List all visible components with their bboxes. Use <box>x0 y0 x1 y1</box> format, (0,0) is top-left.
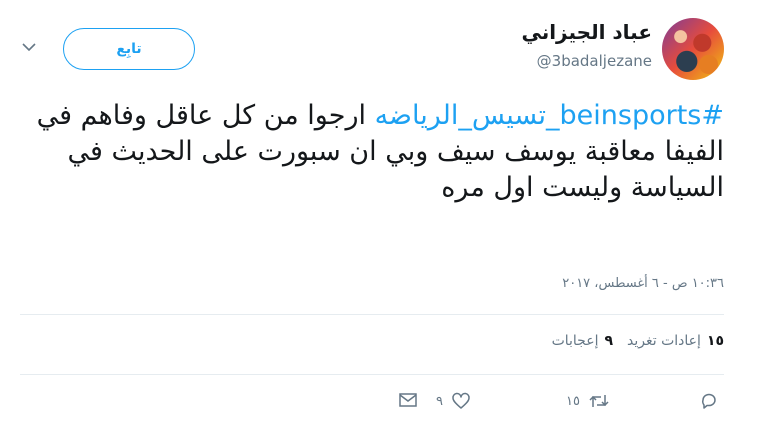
follow-button[interactable]: تابِع <box>63 28 195 70</box>
reply-icon <box>702 393 716 409</box>
action-bar: ١٥ ٩ <box>0 392 768 416</box>
like-button[interactable]: ٩ <box>436 392 471 410</box>
avatar[interactable] <box>662 18 724 80</box>
like-count: ٩ <box>436 393 443 409</box>
likes-count: ٩ <box>604 333 614 349</box>
timestamp[interactable]: ١٠:٣٦ ص - ٦ أغسطس، ٢٠١٧ <box>562 276 724 291</box>
follow-button-label: تابِع <box>116 41 142 57</box>
tweet-text: #beinsports_تسيس_الرياضه ارجوا من كل عاق… <box>34 98 724 206</box>
caret-down-icon[interactable] <box>22 42 36 52</box>
retweets-count: ١٥ <box>706 333 724 349</box>
display-name[interactable]: عباد الجيزاني <box>521 20 652 44</box>
tweet-stats: ١٥ إعادات تغريد ٩ إعجابات <box>552 333 724 349</box>
retweet-icon <box>589 395 609 407</box>
retweets-label: إعادات تغريد <box>627 333 701 349</box>
likes-stat[interactable]: ٩ إعجابات <box>552 333 613 349</box>
direct-message-button[interactable] <box>398 392 418 408</box>
tweet-card: عباد الجيزاني @3badaljezane تابِع #beins… <box>0 0 768 448</box>
hashtag-link[interactable]: #beinsports_تسيس_الرياضه <box>375 100 724 131</box>
envelope-icon <box>399 393 417 407</box>
reply-button[interactable] <box>700 392 718 410</box>
likes-label: إعجابات <box>551 333 599 349</box>
retweet-button[interactable]: ١٥ <box>566 392 610 410</box>
divider <box>20 374 724 375</box>
screen-name[interactable]: @3badaljezane <box>537 52 652 70</box>
heart-icon <box>452 392 470 409</box>
retweets-stat[interactable]: ١٥ إعادات تغريد <box>627 333 724 349</box>
divider <box>20 314 724 315</box>
retweet-count: ١٥ <box>566 393 580 409</box>
